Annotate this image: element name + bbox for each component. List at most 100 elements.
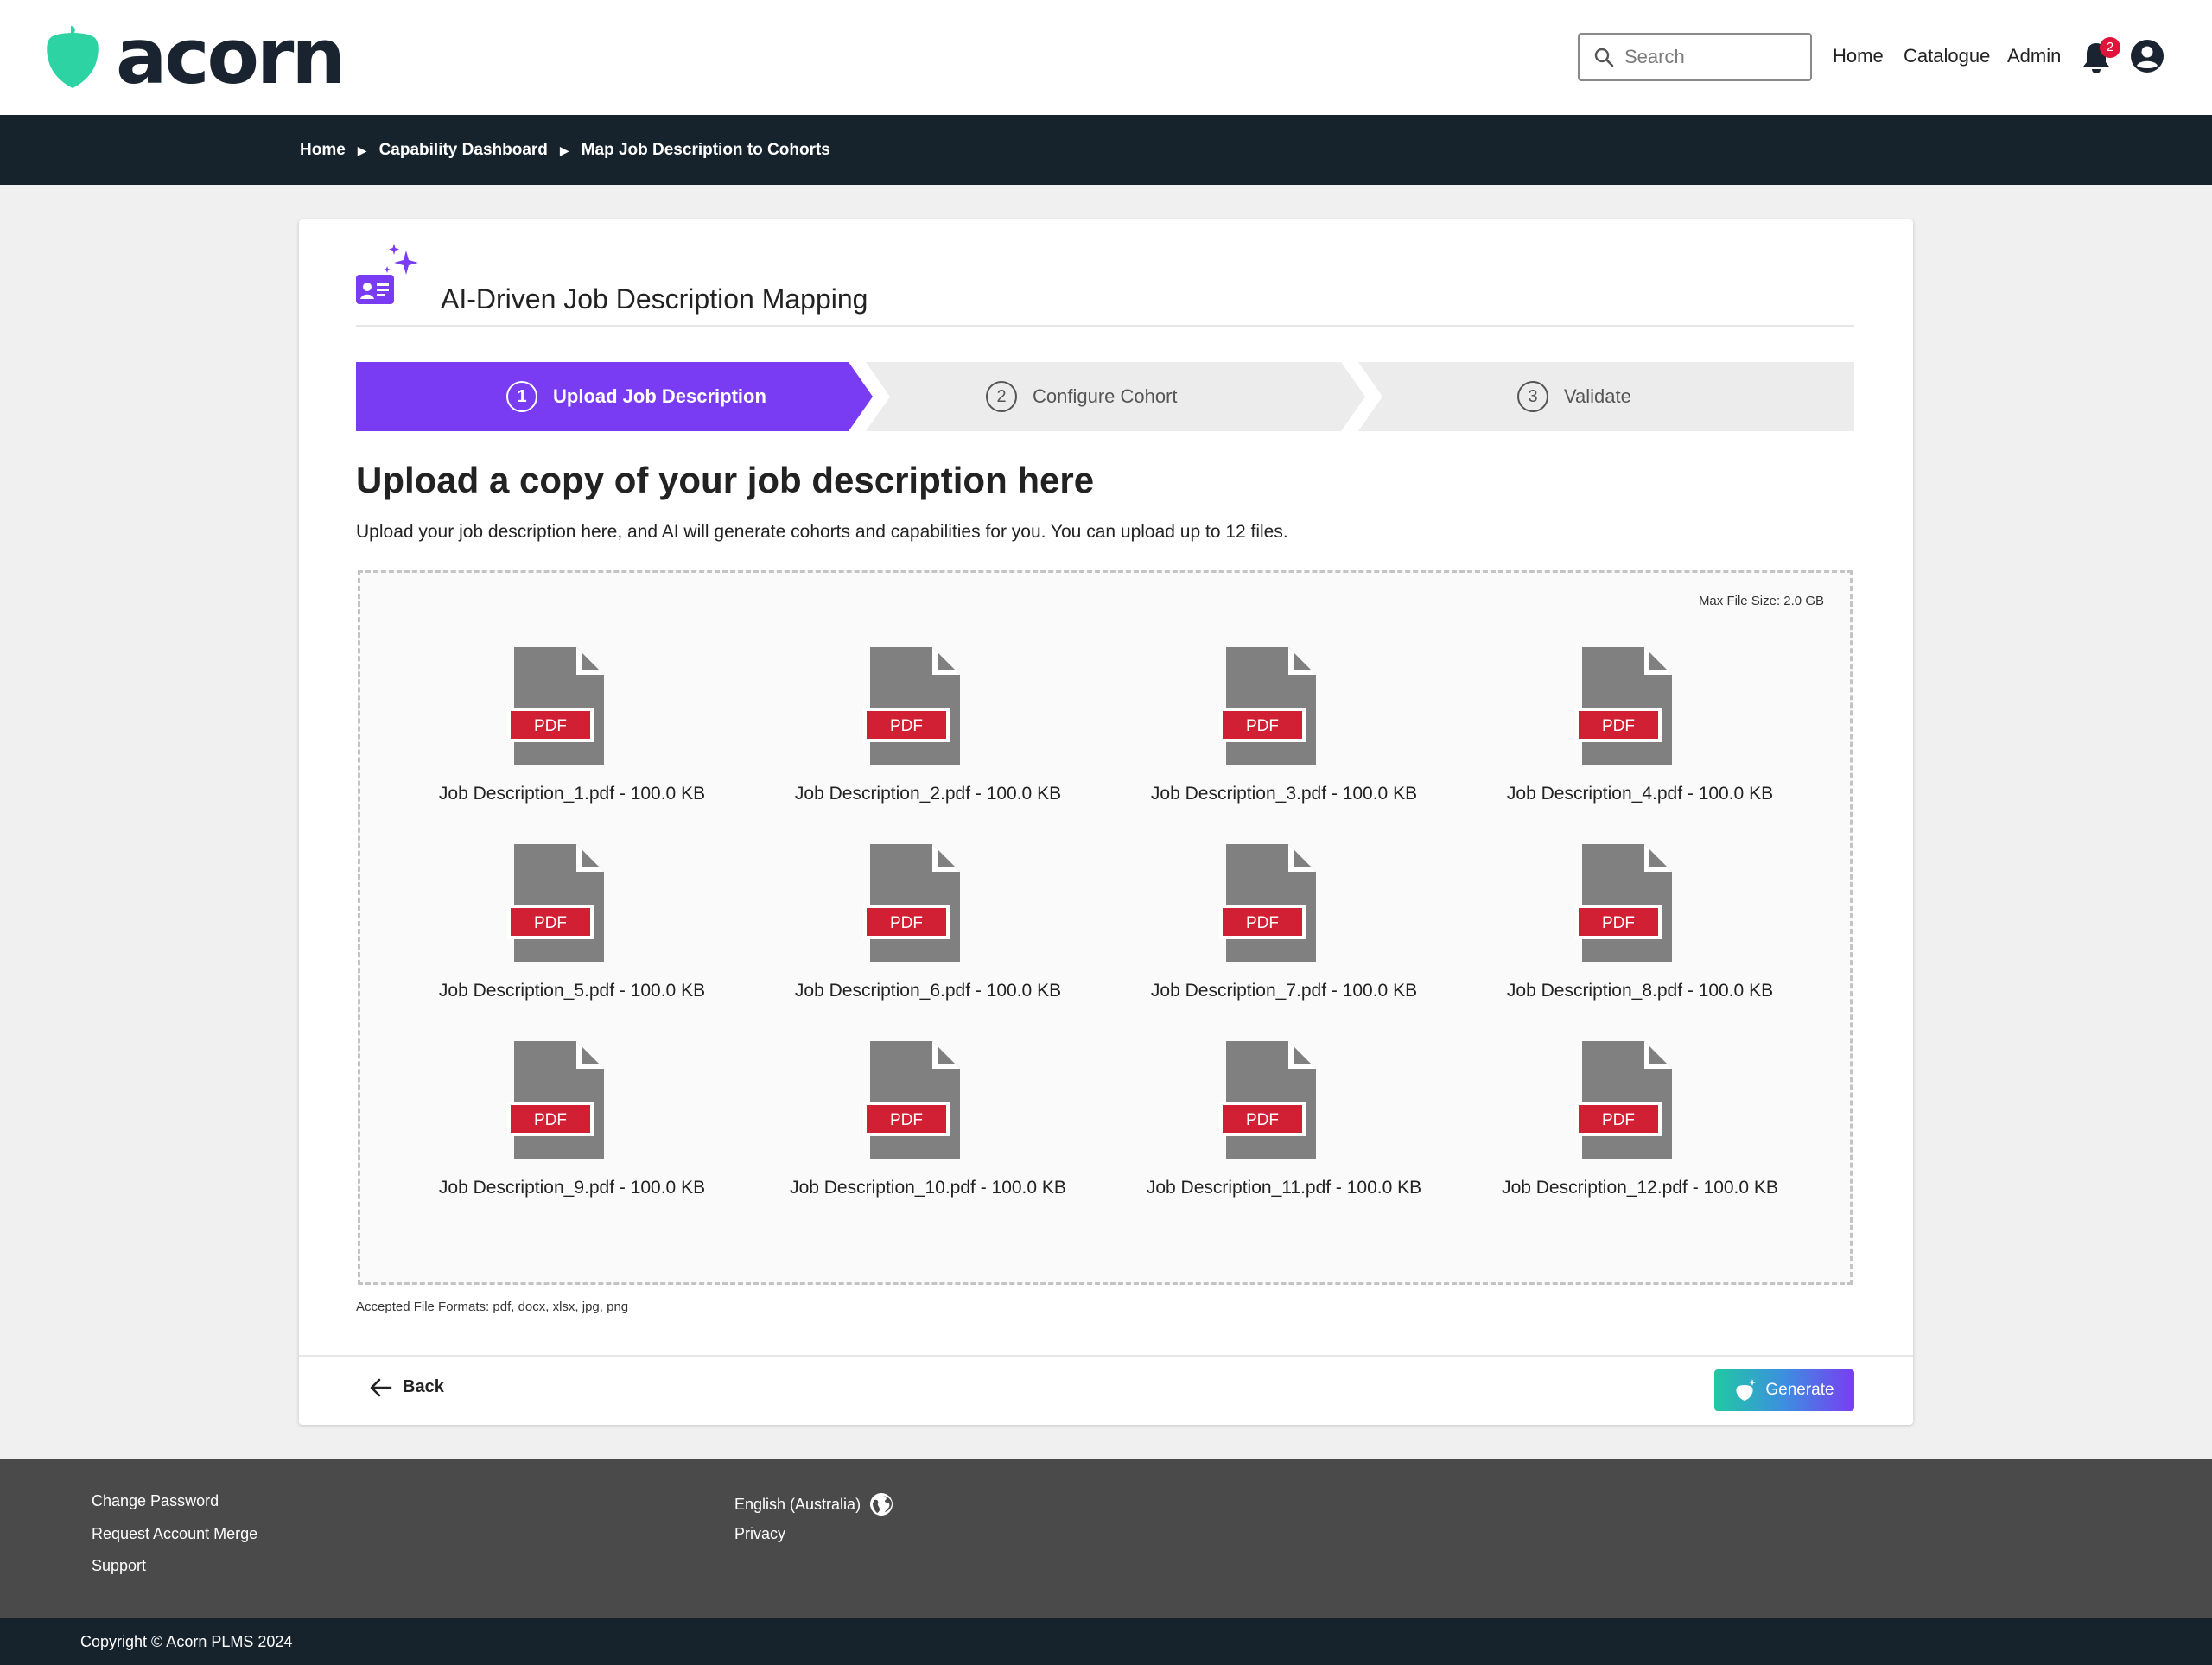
breadcrumb-current: Map Job Description to Cohorts [581, 141, 830, 159]
step-label: Validate [1564, 385, 1631, 407]
generate-label: Generate [1765, 1381, 1834, 1399]
pdf-file-icon: PDF [863, 1041, 960, 1159]
pdf-type-label: PDF [890, 717, 923, 735]
max-file-size: Max File Size: 2.0 GB [1698, 594, 1824, 608]
page-title: AI-Driven Job Description Mapping [441, 283, 868, 315]
step-upload-job-description[interactable]: 1 Upload Job Description [506, 362, 766, 431]
uploaded-file-item[interactable]: PDF Job Description_9.pdf - 100.0 KB [416, 1039, 728, 1221]
uploaded-file-item[interactable]: PDF Job Description_1.pdf - 100.0 KB [416, 645, 728, 827]
footer-support[interactable]: Support [92, 1557, 146, 1575]
step-label: Upload Job Description [553, 385, 766, 407]
breadcrumb-separator-icon: ▶ [357, 143, 367, 157]
breadcrumb-capability-dashboard[interactable]: Capability Dashboard [379, 141, 548, 160]
file-name: Job Description_9.pdf - 100.0 KB [438, 1178, 706, 1198]
file-dropzone[interactable]: Max File Size: 2.0 GB PDF Job Description… [358, 570, 1853, 1285]
nav-home[interactable]: Home [1833, 45, 1884, 67]
ai-id-card-icon [356, 244, 418, 304]
pdf-file-icon: PDF [1575, 647, 1672, 765]
uploaded-file-item[interactable]: PDF Job Description_2.pdf - 100.0 KB [772, 645, 1084, 827]
pdf-file-icon: PDF [863, 647, 960, 765]
accepted-formats: Accepted File Formats: pdf, docx, xlsx, … [356, 1300, 629, 1314]
file-name: Job Description_7.pdf - 100.0 KB [1150, 981, 1418, 1001]
account-icon[interactable] [2130, 39, 2164, 73]
pdf-file-icon: PDF [507, 1041, 604, 1159]
breadcrumb-home[interactable]: Home [300, 141, 346, 160]
search-input[interactable] [1624, 46, 1797, 68]
footer: Change Password Request Account Merge Su… [0, 1459, 2212, 1618]
uploaded-file-item[interactable]: PDF Job Description_6.pdf - 100.0 KB [772, 842, 1084, 1024]
language-label: English (Australia) [734, 1495, 861, 1513]
back-label: Back [403, 1377, 444, 1396]
footer-change-password[interactable]: Change Password [92, 1492, 219, 1510]
uploaded-file-item[interactable]: PDF Job Description_12.pdf - 100.0 KB [1484, 1039, 1796, 1221]
acorn-sparkle-icon [1736, 1379, 1757, 1401]
pdf-file-icon: PDF [863, 844, 960, 962]
step-configure-cohort[interactable]: 2 Configure Cohort [986, 362, 1178, 431]
uploaded-file-item[interactable]: PDF Job Description_4.pdf - 100.0 KB [1484, 645, 1796, 827]
step-number: 3 [1517, 381, 1548, 412]
search-icon [1594, 48, 1614, 67]
file-name: Job Description_11.pdf - 100.0 KB [1146, 1178, 1422, 1198]
generate-button[interactable]: Generate [1714, 1369, 1854, 1411]
breadcrumb-separator-icon: ▶ [559, 143, 569, 157]
step-number: 1 [506, 381, 537, 412]
upload-heading: Upload a copy of your job description he… [356, 460, 1095, 500]
mapping-card: AI-Driven Job Description Mapping 1 Uplo… [299, 219, 1913, 1425]
notification-badge: 2 [2100, 37, 2120, 58]
file-name: Job Description_1.pdf - 100.0 KB [438, 784, 706, 804]
pdf-file-icon: PDF [1575, 1041, 1672, 1159]
arrow-left-icon [370, 1378, 392, 1396]
back-button[interactable]: Back [370, 1377, 444, 1397]
file-name: Job Description_10.pdf - 100.0 KB [790, 1178, 1066, 1198]
nav-admin[interactable]: Admin [2007, 45, 2061, 67]
breadcrumb-bar: Home ▶ Capability Dashboard ▶ Map Job De… [0, 115, 2212, 185]
pdf-type-label: PDF [534, 717, 567, 735]
file-name: Job Description_2.pdf - 100.0 KB [794, 784, 1062, 804]
uploaded-file-item[interactable]: PDF Job Description_8.pdf - 100.0 KB [1484, 842, 1796, 1024]
acorn-logo[interactable]: acorn [45, 12, 346, 101]
pdf-file-icon: PDF [507, 647, 604, 765]
pdf-type-label: PDF [1246, 717, 1279, 735]
upload-description: Upload your job description here, and AI… [356, 522, 1288, 542]
file-name: Job Description_12.pdf - 100.0 KB [1502, 1178, 1778, 1198]
uploaded-file-item[interactable]: PDF Job Description_3.pdf - 100.0 KB [1128, 645, 1440, 827]
pdf-type-label: PDF [890, 914, 923, 932]
uploaded-file-item[interactable]: PDF Job Description_11.pdf - 100.0 KB [1128, 1039, 1440, 1221]
pdf-type-label: PDF [534, 1111, 567, 1129]
file-name: Job Description_6.pdf - 100.0 KB [794, 981, 1062, 1001]
pdf-file-icon: PDF [1575, 844, 1672, 962]
uploaded-file-item[interactable]: PDF Job Description_10.pdf - 100.0 KB [772, 1039, 1084, 1221]
step-label: Configure Cohort [1033, 385, 1178, 407]
copyright: Copyright © Acorn PLMS 2024 [80, 1633, 293, 1650]
footer-privacy[interactable]: Privacy [734, 1525, 785, 1543]
pdf-file-icon: PDF [507, 844, 604, 962]
language-selector[interactable]: English (Australia) [734, 1492, 893, 1516]
card-footer-divider [299, 1355, 1913, 1357]
pdf-type-label: PDF [1602, 914, 1635, 932]
file-name: Job Description_8.pdf - 100.0 KB [1506, 981, 1774, 1001]
pdf-type-label: PDF [1602, 1111, 1635, 1129]
globe-icon [870, 1493, 893, 1516]
pdf-type-label: PDF [534, 914, 567, 932]
uploaded-file-item[interactable]: PDF Job Description_5.pdf - 100.0 KB [416, 842, 728, 1024]
uploaded-file-item[interactable]: PDF Job Description_7.pdf - 100.0 KB [1128, 842, 1440, 1024]
acorn-logo-icon [47, 26, 99, 88]
brand-name: acorn [116, 12, 346, 101]
copyright-bar: Copyright © Acorn PLMS 2024 [0, 1618, 2212, 1665]
footer-request-account-merge[interactable]: Request Account Merge [92, 1525, 257, 1543]
pdf-file-icon: PDF [1219, 844, 1316, 962]
file-name: Job Description_3.pdf - 100.0 KB [1150, 784, 1418, 804]
pdf-type-label: PDF [1602, 717, 1635, 735]
pdf-file-icon: PDF [1219, 1041, 1316, 1159]
breadcrumb: Home ▶ Capability Dashboard ▶ Map Job De… [300, 141, 830, 160]
pdf-type-label: PDF [1246, 914, 1279, 932]
pdf-type-label: PDF [1246, 1111, 1279, 1129]
nav-catalogue[interactable]: Catalogue [1904, 45, 1990, 67]
search-box[interactable] [1578, 33, 1812, 81]
file-name: Job Description_5.pdf - 100.0 KB [438, 981, 706, 1001]
pdf-type-label: PDF [890, 1111, 923, 1129]
pdf-file-icon: PDF [1219, 647, 1316, 765]
step-number: 2 [986, 381, 1017, 412]
step-validate[interactable]: 3 Validate [1517, 362, 1631, 431]
card-header: AI-Driven Job Description Mapping [356, 244, 1854, 327]
